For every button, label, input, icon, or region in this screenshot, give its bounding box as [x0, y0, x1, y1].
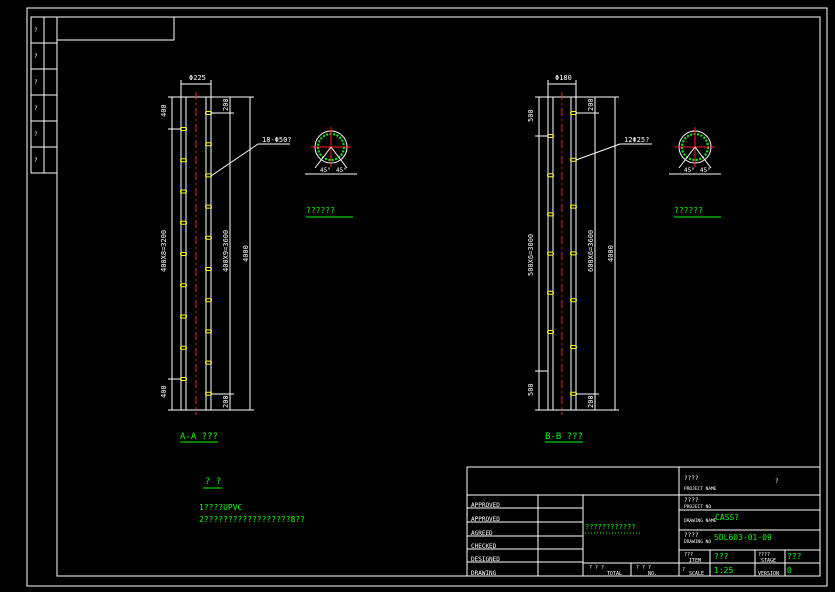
designed-label: DESIGNED [471, 556, 500, 563]
dim-width: Φ180 [555, 74, 572, 82]
top-left-box [56, 16, 175, 41]
left-signature-strip: ? ? ? ? ? ? [30, 16, 58, 174]
drawing-no-cn: ???? [684, 532, 699, 539]
item-value: ??? [714, 552, 729, 561]
angle-left: 45° [684, 167, 695, 174]
drawing-name-en: DRAWING NAME [684, 518, 717, 524]
stage-label: STAGE [761, 558, 776, 564]
strip-label: ? [34, 53, 38, 60]
scale-value: 1:25 [714, 566, 733, 575]
circle-detail-a: 45° 45° ?????? [305, 127, 357, 218]
view-label: A-A ??? [180, 432, 218, 442]
scale-label: SCALE [689, 571, 704, 577]
title-center-text: ???????????? [585, 523, 636, 531]
project-no-value: CASS? [715, 513, 739, 522]
drawing-frame-outer [26, 7, 828, 587]
item-label: ITEM [689, 558, 701, 564]
version-label: VERSION [758, 571, 779, 577]
dim-top: 400 [160, 104, 168, 117]
small-q: ? [682, 567, 685, 573]
section-a-pipe: Φ225 400 400X8=3200 400 200 400X9=3600 2… [160, 74, 292, 443]
drawing-label: DRAWING [471, 570, 497, 577]
drawing-no-en: DRAWING NO [684, 539, 711, 545]
angle-right: 45° [336, 167, 347, 174]
approved-label: APPROVED [471, 516, 500, 523]
circle-label: ?????? [674, 206, 703, 215]
dim-right-top: 200 [587, 98, 595, 111]
project-no-en: PROJECT NO [684, 504, 711, 510]
dim-bottom: 500 [527, 383, 535, 396]
approved-label: APPROVED [471, 502, 500, 509]
dim-top: 500 [527, 109, 535, 122]
notes-title: ? ? [205, 477, 221, 487]
dim-middle: 500X6=3000 [527, 234, 535, 276]
view-label: B-B ??? [545, 432, 583, 442]
leader-line [210, 143, 259, 177]
notes-block: ? ? 1????UPVC 2??????????????????8?? [199, 477, 305, 524]
checked-label: CHECKED [471, 543, 497, 550]
project-name-cn: ???? [684, 475, 699, 482]
agreed-label: AGREED [471, 530, 493, 537]
angle-right: 45° [700, 167, 711, 174]
section-b-pipe: Φ180 500 500X6=3000 500 200 600X6=3600 2… [527, 74, 652, 443]
project-name-en: PROJECT NAME [684, 486, 717, 492]
dim-right-middle: 400X9=3600 [222, 230, 230, 272]
dim-total: 4000 [242, 245, 250, 262]
circle-label: ?????? [306, 206, 335, 215]
strip-label: ? [34, 27, 38, 34]
dim-right-top: 200 [222, 98, 230, 111]
drawing-no-value: SDL603-01-09 [714, 533, 772, 542]
cad-drawing-canvas: ? ? ? ? ? ? Φ225 400 400X8=3200 400 200 … [26, 7, 828, 587]
drawing-frame-inner [56, 16, 821, 577]
leader-line [575, 143, 621, 161]
version-value: 0 [787, 566, 792, 575]
no-label: NO. [648, 571, 657, 577]
total-label: TOTAL [607, 571, 622, 577]
dim-total: 4000 [607, 245, 615, 262]
circle-detail-b: 45° 45° ?????? [669, 127, 721, 218]
stage-value: ??? [787, 552, 802, 561]
notes-line: 1????UPVC [199, 503, 243, 512]
project-no-cn: ???? [684, 497, 699, 504]
total-qmarks: ? ? ? [589, 565, 604, 571]
dim-right-middle: 600X6=3600 [587, 230, 595, 272]
dim-right-bottom: 200 [587, 395, 595, 408]
strip-label: ? [34, 157, 38, 164]
strip-label: ? [34, 79, 38, 86]
leader-label: 18-Φ50? [262, 136, 292, 144]
notes-line: 2??????????????????8?? [199, 515, 305, 524]
project-name-value: ? [775, 478, 779, 485]
strip-label: ? [34, 131, 38, 138]
dim-middle: 400X8=3200 [160, 230, 168, 272]
dim-width: Φ225 [189, 74, 206, 82]
angle-left: 45° [320, 167, 331, 174]
strip-label: ? [34, 105, 38, 112]
dim-right-bottom: 200 [222, 395, 230, 408]
dim-bottom: 400 [160, 385, 168, 398]
leader-label: 12Φ25? [624, 136, 649, 144]
